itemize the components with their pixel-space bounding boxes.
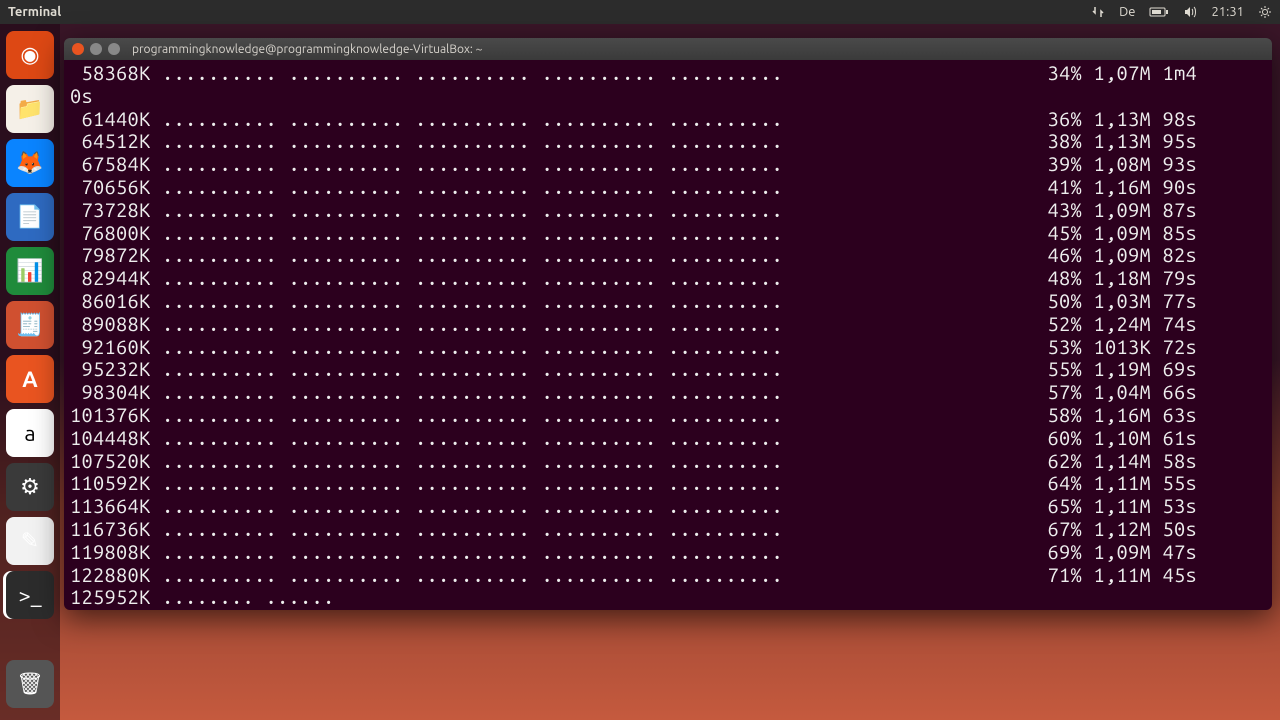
maximize-icon[interactable]	[108, 43, 120, 55]
clock[interactable]: 21:31	[1211, 5, 1244, 19]
launcher-settings[interactable]: ⚙	[6, 463, 54, 511]
minimize-icon[interactable]	[90, 43, 102, 55]
keyboard-layout-indicator[interactable]: De	[1119, 5, 1135, 19]
launcher-software-center[interactable]: A	[6, 355, 54, 403]
battery-icon[interactable]	[1149, 6, 1169, 18]
launcher-calc[interactable]: 📊	[6, 247, 54, 295]
trash-icon[interactable]: 🗑	[6, 660, 54, 708]
unity-launcher: ◉ 📁 🦊 📄 📊 🧾 Aa ⚙ ✎ >_ 🗑	[0, 24, 60, 720]
launcher-ubuntu-dash[interactable]: ◉	[6, 31, 54, 79]
gear-icon[interactable]	[1258, 5, 1272, 19]
launcher-files[interactable]: 📁	[6, 85, 54, 133]
launcher-text-editor[interactable]: ✎	[6, 517, 54, 565]
launcher-impress[interactable]: 🧾	[6, 301, 54, 349]
volume-icon[interactable]	[1183, 5, 1197, 19]
terminal-titlebar[interactable]: programmingknowledge@programmingknowledg…	[64, 38, 1272, 60]
launcher-writer[interactable]: 📄	[6, 193, 54, 241]
top-panel: Terminal De 21:31	[0, 0, 1280, 24]
active-app-label: Terminal	[8, 5, 61, 19]
close-icon[interactable]	[72, 43, 84, 55]
terminal-output[interactable]: 58368K .......... .......... .......... …	[64, 60, 1272, 610]
network-icon[interactable]	[1091, 5, 1105, 19]
launcher-firefox[interactable]: 🦊	[6, 139, 54, 187]
terminal-window: programmingknowledge@programmingknowledg…	[64, 38, 1272, 610]
launcher-amazon[interactable]: a	[6, 409, 54, 457]
terminal-title: programmingknowledge@programmingknowledg…	[132, 43, 482, 56]
launcher-terminal[interactable]: >_	[6, 571, 54, 619]
